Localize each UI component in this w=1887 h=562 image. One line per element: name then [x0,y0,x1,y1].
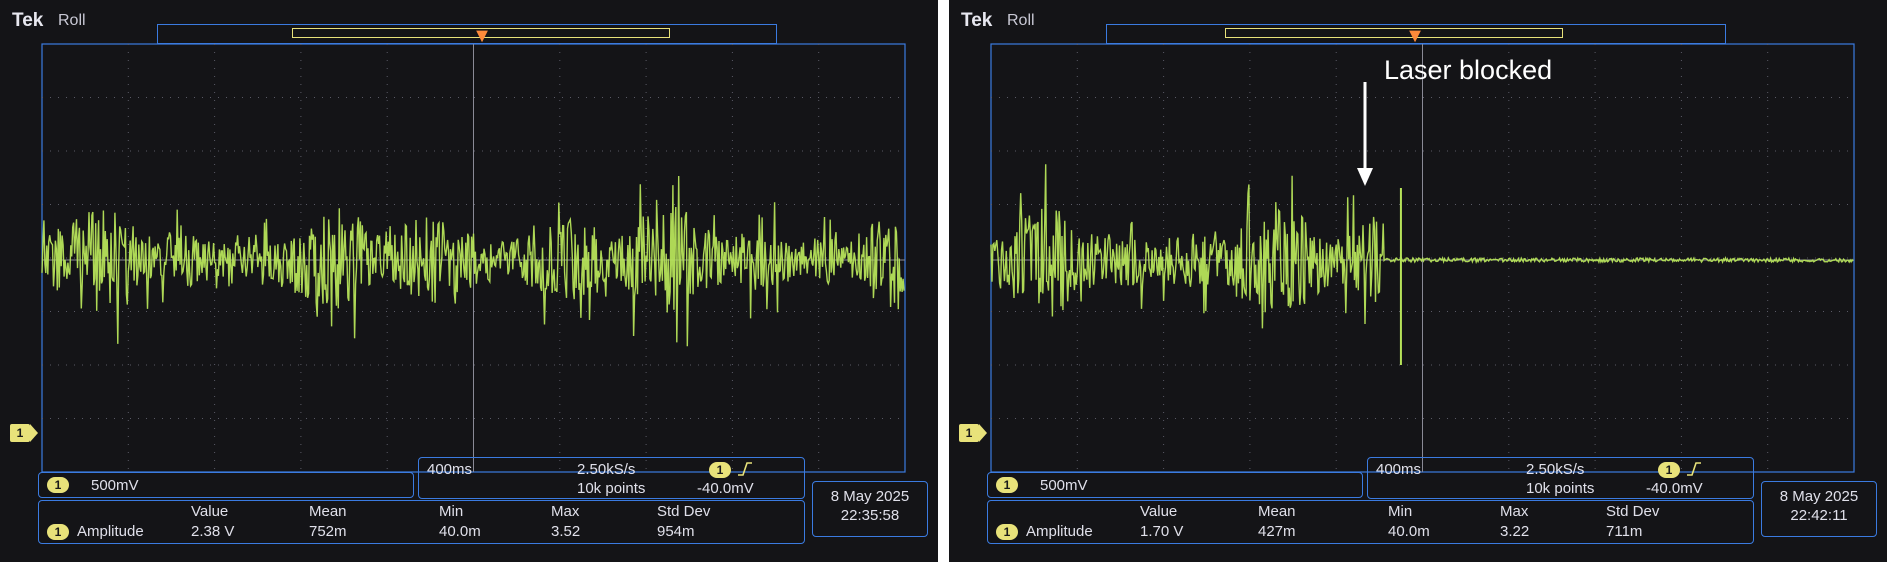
date: 8 May 2025 [830,488,910,505]
record-length: 10k points [1526,480,1595,497]
channel-1-ground-marker[interactable]: 1 [959,424,987,442]
rising-edge-icon [738,462,752,476]
waveform-path [990,164,1854,329]
measurement-name: Amplitude [77,523,144,540]
measurement-header: Max [1500,503,1529,520]
measurement-panel[interactable]: Value Mean Min Max Std Dev 1 Amplitude 2… [38,500,805,544]
measurement-header: Mean [1258,503,1296,520]
date-time-readout: 8 May 2025 22:35:58 [812,481,928,537]
time-per-div: 400ms [1376,461,1422,478]
measurement-channel-badge: 1 [47,524,69,540]
sample-rate: 2.50kS/s [1526,461,1585,478]
measurement-std-dev: 711m [1606,523,1643,540]
measurement-value: 2.38 V [191,523,235,540]
vertical-scale-readout[interactable]: 1 500mV [38,472,414,498]
channel-1-badge: 1 [47,477,69,493]
record-view-window [1225,28,1563,38]
measurement-header: Min [439,503,464,520]
trigger-level: -40.0mV [697,480,754,497]
measurement-max: 3.52 [551,523,581,540]
time-per-div: 400ms [427,461,473,478]
measurement-max: 3.22 [1500,523,1530,540]
measurement-channel-badge: 1 [996,524,1018,540]
measurement-header: Mean [309,503,347,520]
sample-rate: 2.50kS/s [577,461,636,478]
annotation-arrow-icon [1357,82,1373,186]
trigger-position-icon: ▼ [1405,25,1425,47]
measurement-header: Min [1388,503,1413,520]
record-length: 10k points [577,480,646,497]
acquisition-mode-label: Roll [58,12,86,29]
trigger-position-icon: ▼ [472,25,492,47]
rising-edge-icon [1687,462,1701,476]
measurement-panel[interactable]: Value Mean Min Max Std Dev 1 Amplitude 1… [987,500,1754,544]
measurement-header: Std Dev [657,503,711,520]
horizontal-trigger-readout[interactable]: 400ms 2.50kS/s 10k points 1 -40.0mV [1367,457,1754,499]
trigger-level: -40.0mV [1646,480,1703,497]
measurement-header: Value [1140,503,1178,520]
measurement-min: 40.0m [439,523,481,540]
date: 8 May 2025 [1779,488,1859,505]
volts-per-div: 500mV [91,477,139,494]
clock-time: 22:42:11 [1790,507,1848,524]
measurement-name: Amplitude [1026,523,1093,540]
measurement-mean: 427m [1258,523,1296,540]
measurement-header: Std Dev [1606,503,1660,520]
brand-logo: Tek [12,10,44,31]
brand-logo: Tek [961,10,993,31]
channel-1-badge: 1 [996,477,1018,493]
clock-time: 22:35:58 [840,507,900,524]
acquisition-mode-label: Roll [1007,12,1035,29]
measurement-std-dev: 954m [657,523,695,540]
horizontal-trigger-readout[interactable]: 400ms 2.50kS/s 10k points 1 -40.0mV [418,457,805,499]
waveform-path [41,175,905,347]
oscilloscope-screen-left: Tek Roll ▼ 1 1 500mV 400ms 2.50kS/s 10k … [0,0,938,562]
trigger-source-badge: 1 [709,462,731,478]
measurement-header: Max [551,503,580,520]
measurement-mean: 752m [309,523,347,540]
measurement-value: 1.70 V [1140,523,1184,540]
vertical-scale-readout[interactable]: 1 500mV [987,472,1363,498]
volts-per-div: 500mV [1040,477,1088,494]
laser-blocked-annotation: Laser blocked [1384,55,1553,85]
measurement-header: Value [191,503,229,520]
channel-1-ground-marker[interactable]: 1 [10,424,38,442]
trigger-source-badge: 1 [1658,462,1680,478]
measurement-min: 40.0m [1388,523,1430,540]
date-time-readout: 8 May 2025 22:42:11 [1761,481,1877,537]
